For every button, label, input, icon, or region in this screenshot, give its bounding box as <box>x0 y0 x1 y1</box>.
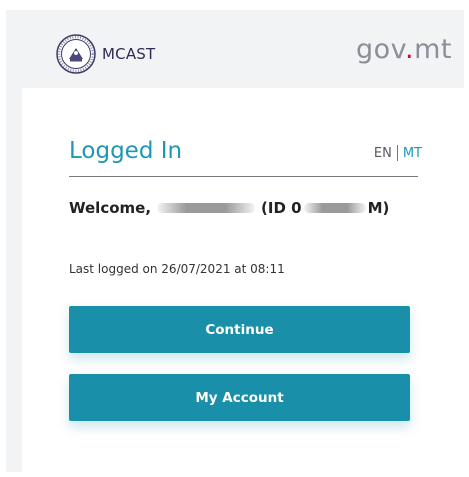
page-background: MCAST gov.mt Logged In EN MT Welcome, (I… <box>6 10 464 472</box>
page-title: Logged In <box>69 138 183 164</box>
login-card: Logged In EN MT Welcome, (ID 0 M) Last l… <box>22 88 464 472</box>
gov-text: gov <box>355 34 406 65</box>
continue-button[interactable]: Continue <box>69 306 410 353</box>
header: MCAST gov.mt <box>6 10 464 88</box>
title-divider <box>69 176 418 177</box>
id-prefix: (ID 0 <box>261 199 302 217</box>
brand-name: MCAST <box>102 45 156 63</box>
last-logged-text: Last logged on 26/07/2021 at 08:11 <box>69 262 285 276</box>
my-account-button[interactable]: My Account <box>69 374 410 421</box>
lang-mt-link[interactable]: MT <box>403 146 422 161</box>
gov-dot: . <box>405 34 415 65</box>
mt-text: mt <box>414 34 452 65</box>
redacted-id <box>303 203 366 213</box>
language-switcher: EN MT <box>374 145 422 161</box>
gov-mt-logo[interactable]: gov.mt <box>356 34 452 65</box>
welcome-prefix: Welcome, <box>69 199 152 217</box>
mcast-logo[interactable]: MCAST <box>56 34 155 74</box>
lang-divider <box>396 145 398 161</box>
redacted-name <box>157 203 256 213</box>
welcome-message: Welcome, (ID 0 M) <box>69 199 389 217</box>
mcast-seal-icon <box>56 34 96 74</box>
lang-en-link[interactable]: EN <box>374 146 392 161</box>
id-suffix: M) <box>367 199 390 217</box>
